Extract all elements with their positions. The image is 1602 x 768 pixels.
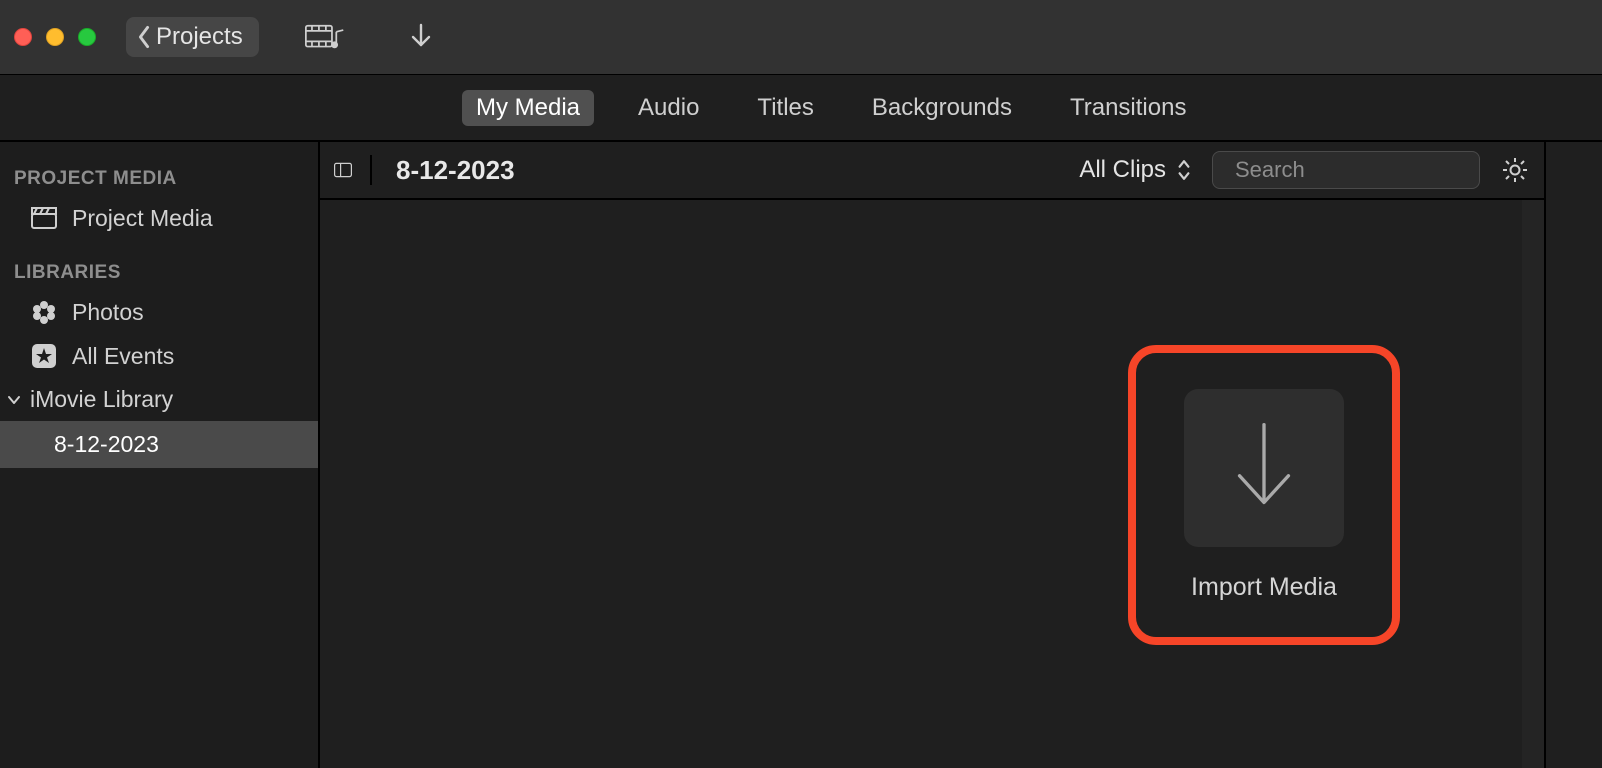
minimize-window-button[interactable] bbox=[46, 28, 64, 46]
sidebar-item-label: Photos bbox=[72, 299, 144, 326]
import-media-button[interactable] bbox=[1184, 389, 1344, 547]
sidebar-icon bbox=[334, 158, 352, 182]
sidebar-item-photos[interactable]: Photos bbox=[0, 290, 318, 334]
tab-transitions[interactable]: Transitions bbox=[1056, 90, 1200, 126]
window-controls bbox=[14, 28, 96, 46]
libraries-sidebar: PROJECT MEDIA Project Media LIBRARIES bbox=[0, 142, 320, 768]
toggle-sidebar-button[interactable] bbox=[334, 155, 372, 185]
browser-body: Import Media bbox=[320, 200, 1544, 768]
projects-label: Projects bbox=[156, 23, 243, 51]
sidebar-event-8-12-2023[interactable]: 8-12-2023 bbox=[0, 421, 318, 468]
sidebar-heading-project-media: PROJECT MEDIA bbox=[0, 162, 318, 196]
filter-label: All Clips bbox=[1079, 156, 1166, 184]
media-browser: 8-12-2023 All Clips bbox=[320, 142, 1546, 768]
import-media-label: Import Media bbox=[1191, 573, 1337, 602]
sidebar-library-header[interactable]: iMovie Library bbox=[0, 378, 318, 421]
browser-settings-button[interactable] bbox=[1500, 155, 1530, 185]
sidebar-library-name: iMovie Library bbox=[30, 386, 173, 413]
browser-event-title: 8-12-2023 bbox=[396, 155, 515, 186]
chevron-left-icon bbox=[136, 25, 152, 49]
tab-titles[interactable]: Titles bbox=[743, 90, 827, 126]
close-window-button[interactable] bbox=[14, 28, 32, 46]
tab-backgrounds[interactable]: Backgrounds bbox=[858, 90, 1026, 126]
star-square-icon bbox=[30, 342, 58, 370]
tab-audio[interactable]: Audio bbox=[624, 90, 713, 126]
projects-back-button[interactable]: Projects bbox=[126, 17, 259, 57]
sidebar-item-label: All Events bbox=[72, 343, 174, 370]
browser-scrollbar[interactable] bbox=[1522, 200, 1544, 768]
photos-flower-icon bbox=[30, 298, 58, 326]
clapperboard-icon bbox=[30, 204, 58, 232]
sidebar-item-label: 8-12-2023 bbox=[54, 431, 159, 458]
sidebar-heading-libraries: LIBRARIES bbox=[0, 256, 318, 290]
filmstrip-music-icon bbox=[305, 21, 345, 53]
titlebar: Projects bbox=[0, 0, 1602, 75]
sidebar-item-label: Project Media bbox=[72, 205, 213, 232]
gear-icon bbox=[1502, 157, 1528, 183]
zoom-window-button[interactable] bbox=[78, 28, 96, 46]
media-import-toolbar-button[interactable] bbox=[295, 15, 355, 59]
browser-header: 8-12-2023 All Clips bbox=[320, 142, 1544, 200]
arrow-down-large-icon bbox=[1229, 418, 1299, 518]
chevron-down-icon bbox=[4, 395, 24, 405]
workspace: PROJECT MEDIA Project Media LIBRARIES bbox=[0, 142, 1602, 768]
arrow-down-icon bbox=[401, 21, 441, 53]
tab-my-media[interactable]: My Media bbox=[462, 90, 594, 126]
viewer-column-edge bbox=[1546, 142, 1602, 768]
download-arrow-toolbar-button[interactable] bbox=[391, 15, 451, 59]
browser-tabs: My Media Audio Titles Backgrounds Transi… bbox=[0, 75, 1602, 142]
import-media-highlight: Import Media bbox=[1128, 345, 1400, 645]
chevron-up-down-icon bbox=[1176, 159, 1192, 181]
sidebar-item-project-media[interactable]: Project Media bbox=[0, 196, 318, 240]
sidebar-item-all-events[interactable]: All Events bbox=[0, 334, 318, 378]
search-input[interactable] bbox=[1235, 157, 1523, 183]
browser-search-field[interactable] bbox=[1212, 151, 1480, 189]
clips-filter-popup[interactable]: All Clips bbox=[1079, 156, 1192, 184]
